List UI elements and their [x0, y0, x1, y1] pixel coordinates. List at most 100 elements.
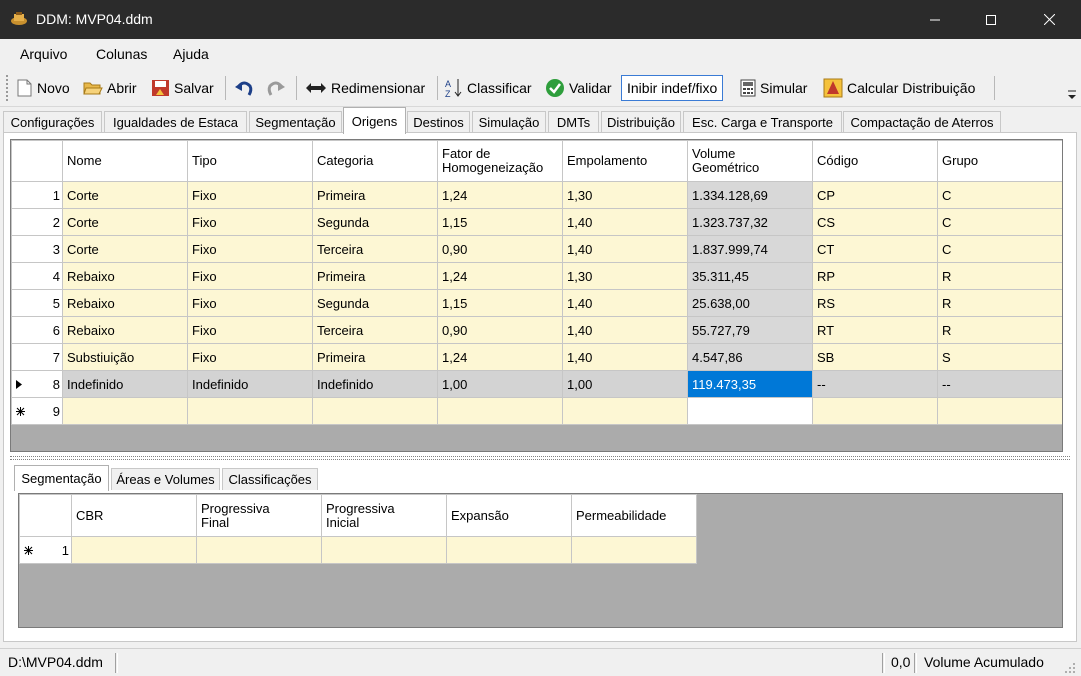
splitter[interactable]	[10, 456, 1070, 460]
cell-cbr[interactable]	[71, 536, 197, 564]
tab-igualdades-de-estaca[interactable]: Igualdades de Estaca	[104, 111, 247, 133]
cell-grupo[interactable]: R	[937, 316, 1062, 344]
tab-simulacao[interactable]: Simulação	[472, 111, 546, 133]
row-header[interactable]: 1	[19, 536, 72, 564]
tab-esc-carga-e-transporte[interactable]: Esc. Carga e Transporte	[683, 111, 842, 133]
row-header[interactable]: 6	[11, 316, 63, 344]
row-header[interactable]: 9	[11, 397, 63, 425]
tab-segmentacao[interactable]: Segmentação	[249, 111, 342, 133]
column-header-cbr[interactable]: CBR	[71, 494, 197, 537]
cell-empolamento[interactable]	[562, 397, 688, 425]
column-header-volume-geometrico[interactable]: Volume Geométrico	[687, 140, 813, 182]
cell-nome[interactable]: Substiuição	[62, 343, 188, 371]
cell-fator[interactable]: 1,24	[437, 343, 563, 371]
cell-nome[interactable]: Corte	[62, 235, 188, 263]
cell-fator[interactable]: 1,24	[437, 262, 563, 290]
cell-nome[interactable]: Rebaixo	[62, 316, 188, 344]
cell-codigo[interactable]: CP	[812, 181, 938, 209]
column-header-permeabilidade[interactable]: Permeabilidade	[571, 494, 697, 537]
row-header[interactable]: 4	[11, 262, 63, 290]
cell-progressiva-inicial[interactable]	[321, 536, 447, 564]
cell-tipo[interactable]: Fixo	[187, 181, 313, 209]
column-header-empolamento[interactable]: Empolamento	[562, 140, 688, 182]
cell-volume[interactable]: 25.638,00	[687, 289, 813, 317]
redimensionar-button[interactable]: Redimensionar	[305, 75, 425, 101]
cell-tipo[interactable]: Indefinido	[187, 370, 313, 398]
menu-colunas[interactable]: Colunas	[96, 46, 147, 62]
cell-grupo[interactable]	[937, 397, 1062, 425]
tab-origens[interactable]: Origens	[343, 107, 406, 134]
cell-tipo[interactable]: Fixo	[187, 235, 313, 263]
cell-tipo[interactable]: Fixo	[187, 208, 313, 236]
cell-volume[interactable]: 4.547,86	[687, 343, 813, 371]
cell-volume[interactable]: 1.837.999,74	[687, 235, 813, 263]
redo-button[interactable]	[266, 75, 290, 101]
cell-grupo[interactable]: C	[937, 208, 1062, 236]
column-header-categoria[interactable]: Categoria	[312, 140, 438, 182]
cell-codigo[interactable]: SB	[812, 343, 938, 371]
cell-codigo[interactable]: CS	[812, 208, 938, 236]
cell-grupo[interactable]: --	[937, 370, 1062, 398]
cell-fator[interactable]: 1,00	[437, 370, 563, 398]
toolbar-grip[interactable]	[6, 75, 9, 101]
column-header-expansao[interactable]: Expansão	[446, 494, 572, 537]
cell-nome[interactable]: Corte	[62, 208, 188, 236]
undo-button[interactable]	[234, 75, 258, 101]
cell-codigo[interactable]: --	[812, 370, 938, 398]
column-header-codigo[interactable]: Código	[812, 140, 938, 182]
tab-distribuicao[interactable]: Distribuição	[601, 111, 681, 133]
cell-codigo[interactable]: RP	[812, 262, 938, 290]
tab-configuracoes[interactable]: Configurações	[3, 111, 102, 133]
cell-categoria[interactable]: Primeira	[312, 343, 438, 371]
menu-arquivo[interactable]: Arquivo	[20, 46, 67, 62]
grid-corner[interactable]	[19, 494, 72, 537]
cell-empolamento[interactable]: 1,30	[562, 181, 688, 209]
row-header[interactable]: 3	[11, 235, 63, 263]
cell-empolamento[interactable]: 1,00	[562, 370, 688, 398]
column-header-grupo[interactable]: Grupo	[937, 140, 1062, 182]
cell-volume[interactable]: 1.334.128,69	[687, 181, 813, 209]
tab-dmts[interactable]: DMTs	[548, 111, 599, 133]
salvar-button[interactable]: Salvar	[151, 75, 214, 101]
cell-volume[interactable]: 55.727,79	[687, 316, 813, 344]
toolbar-overflow-icon[interactable]	[1067, 89, 1077, 101]
cell-nome[interactable]	[62, 397, 188, 425]
cell-permeabilidade[interactable]	[571, 536, 697, 564]
cell-empolamento[interactable]: 1,30	[562, 262, 688, 290]
cell-fator[interactable]	[437, 397, 563, 425]
cell-volume[interactable]: 1.323.737,32	[687, 208, 813, 236]
tab-compactacao-de-aterros[interactable]: Compactação de Aterros	[843, 111, 1001, 133]
cell-nome[interactable]: Rebaixo	[62, 262, 188, 290]
cell-grupo[interactable]: C	[937, 181, 1062, 209]
column-header-tipo[interactable]: Tipo	[187, 140, 313, 182]
inibir-toggle-button[interactable]: Inibir indef/fixo	[621, 75, 724, 101]
cell-tipo[interactable]	[187, 397, 313, 425]
cell-volume[interactable]: 35.311,45	[687, 262, 813, 290]
subtab-areas-e-volumes[interactable]: Áreas e Volumes	[111, 468, 220, 490]
cell-categoria[interactable]: Primeira	[312, 262, 438, 290]
cell-expansao[interactable]	[446, 536, 572, 564]
cell-volume-selected[interactable]: 119.473,35	[687, 370, 813, 398]
row-header[interactable]: 2	[11, 208, 63, 236]
subtab-segmentacao[interactable]: Segmentação	[14, 465, 109, 491]
maximize-button[interactable]	[968, 0, 1014, 39]
row-header[interactable]: 5	[11, 289, 63, 317]
column-header-progressiva-inicial[interactable]: Progressiva Inicial	[321, 494, 447, 537]
cell-grupo[interactable]: R	[937, 262, 1062, 290]
cell-grupo[interactable]: S	[937, 343, 1062, 371]
cell-tipo[interactable]: Fixo	[187, 262, 313, 290]
row-header[interactable]: 7	[11, 343, 63, 371]
column-header-fator-de-homogeneizacao[interactable]: Fator de Homogeneização	[437, 140, 563, 182]
cell-tipo[interactable]: Fixo	[187, 316, 313, 344]
cell-progressiva-final[interactable]	[196, 536, 322, 564]
cell-empolamento[interactable]: 1,40	[562, 235, 688, 263]
simular-button[interactable]: Simular	[740, 75, 807, 101]
menu-ajuda[interactable]: Ajuda	[173, 46, 209, 62]
cell-categoria[interactable]: Terceira	[312, 235, 438, 263]
tab-destinos[interactable]: Destinos	[407, 111, 470, 133]
cell-categoria[interactable]: Segunda	[312, 208, 438, 236]
column-header-progressiva-final[interactable]: Progressiva Final	[196, 494, 322, 537]
abrir-button[interactable]: Abrir	[83, 75, 137, 101]
cell-categoria[interactable]: Indefinido	[312, 370, 438, 398]
cell-nome[interactable]: Indefinido	[62, 370, 188, 398]
